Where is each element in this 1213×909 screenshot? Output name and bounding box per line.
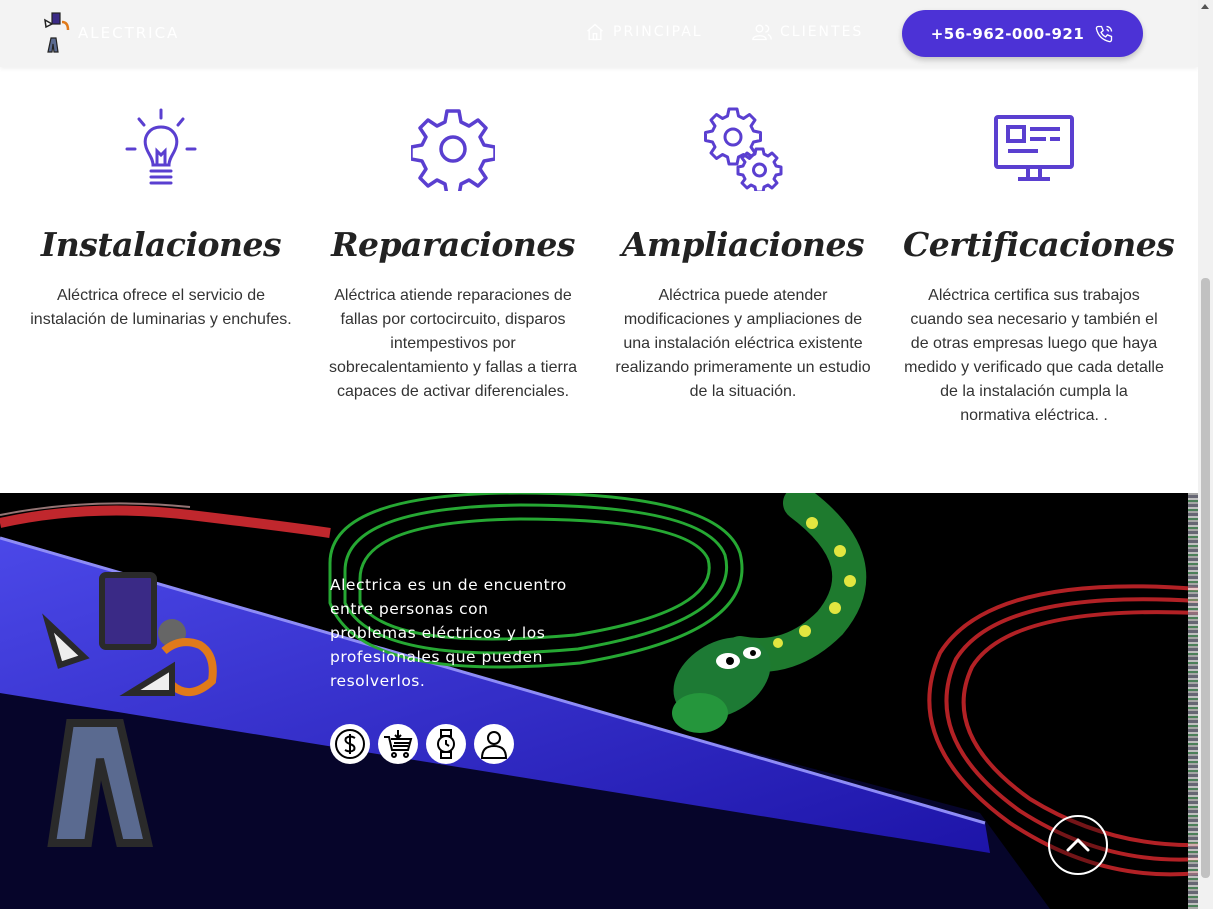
nav-link-label: CLIENTES — [780, 24, 864, 40]
monitor-dashboard-icon — [994, 115, 1074, 181]
service-title: Certificaciones — [903, 225, 1175, 264]
service-card-ampliaciones: Ampliaciones Aléctrica puede atender mod… — [612, 107, 874, 404]
service-card-instalaciones: Instalaciones Aléctrica ofrece el servic… — [30, 107, 292, 332]
footer-about-text: Alectrica es un de encuentro entre perso… — [330, 576, 567, 690]
social-links — [330, 724, 514, 764]
phone-button[interactable]: +56-962-000-921 — [902, 10, 1143, 57]
back-to-top-button[interactable] — [1048, 815, 1108, 875]
nav-link-label: PRINCIPAL — [613, 24, 703, 40]
chevron-up-icon — [1066, 838, 1090, 852]
service-card-certificaciones: Certificaciones Aléctrica certifica sus … — [903, 107, 1175, 428]
nav-link-clientes[interactable]: CLIENTES — [752, 22, 863, 42]
service-description: Aléctrica certifica sus trabajos cuando … — [904, 287, 1164, 424]
nav-link-principal[interactable]: PRINCIPAL — [585, 22, 703, 42]
brand-name: ALECTRICA — [78, 24, 180, 42]
service-description: Aléctrica puede atender modificaciones y… — [615, 287, 871, 400]
footer: Alectrica es un de encuentro entre perso… — [0, 493, 1198, 909]
gears-icon — [704, 107, 783, 191]
social-link-cart[interactable] — [378, 724, 418, 764]
scroll-up-arrow-icon[interactable] — [1201, 4, 1209, 9]
phone-icon — [1096, 25, 1113, 42]
gear-icon — [411, 109, 495, 191]
phone-number: +56-962-000-921 — [930, 24, 1085, 43]
home-icon — [587, 23, 603, 41]
service-title: Instalaciones — [40, 225, 282, 264]
service-title: Ampliaciones — [621, 225, 865, 264]
service-title: Reparaciones — [331, 225, 575, 264]
service-description: Aléctrica ofrece el servicio de instalac… — [30, 287, 292, 328]
users-icon — [752, 24, 772, 41]
brand-logo-icon — [44, 12, 70, 53]
service-description: Aléctrica atiende reparaciones de fallas… — [328, 287, 578, 400]
brand[interactable]: ALECTRICA — [42, 12, 179, 54]
services-section: Instalaciones Aléctrica ofrece el servic… — [0, 67, 1198, 493]
user-icon — [480, 731, 508, 759]
footer-logo-icon — [42, 572, 217, 847]
watch-icon — [437, 729, 455, 759]
cart-icon — [384, 730, 413, 758]
scrollbar-thumb[interactable] — [1201, 278, 1210, 878]
social-link-watch[interactable] — [426, 724, 466, 764]
social-link-dollar[interactable] — [330, 724, 370, 764]
scrollbar[interactable] — [1198, 0, 1213, 909]
social-link-user[interactable] — [474, 724, 514, 764]
dollar-icon — [335, 729, 365, 759]
service-card-reparaciones: Reparaciones Aléctrica atiende reparacio… — [322, 107, 584, 404]
navbar: ALECTRICA PRINCIPAL CLIENTES +56-962-000… — [0, 0, 1198, 67]
lightbulb-icon — [125, 108, 197, 185]
image-edge-artifact — [1188, 493, 1198, 909]
